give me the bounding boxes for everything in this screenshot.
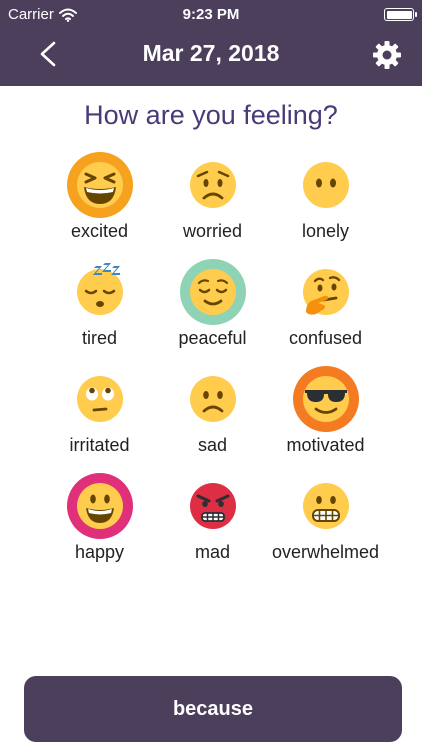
grimacing-face-icon bbox=[302, 483, 349, 529]
sad-face-icon bbox=[189, 376, 236, 422]
mood-highlight bbox=[293, 152, 359, 218]
mood-option-confused[interactable]: confused bbox=[269, 259, 382, 366]
mood-label: lonely bbox=[301, 221, 350, 241]
mood-option-tired[interactable]: tired bbox=[43, 259, 156, 366]
face-without-mouth-icon bbox=[302, 162, 349, 208]
mood-highlight bbox=[66, 473, 133, 539]
gear-icon bbox=[373, 41, 401, 69]
mood-label: sad bbox=[197, 435, 228, 455]
mood-option-sad[interactable]: sad bbox=[156, 366, 269, 473]
mood-label: excited bbox=[70, 221, 129, 241]
mood-highlight bbox=[180, 473, 246, 539]
thinking-face-icon bbox=[302, 269, 349, 315]
mood-highlight bbox=[180, 152, 246, 218]
mood-grid: excited worried lonely tired peaceful co… bbox=[43, 152, 383, 580]
mood-option-lonely[interactable]: lonely bbox=[269, 152, 382, 259]
mood-label: peaceful bbox=[178, 328, 247, 348]
sunglasses-face-icon bbox=[302, 376, 349, 422]
battery-icon bbox=[384, 8, 417, 21]
mood-label: irritated bbox=[69, 435, 130, 455]
grinning-squinting-face-icon bbox=[76, 162, 123, 208]
feeling-question: How are you feeling? bbox=[84, 100, 338, 130]
mood-option-excited[interactable]: excited bbox=[43, 152, 156, 259]
mood-option-motivated[interactable]: motivated bbox=[269, 366, 382, 473]
mood-highlight bbox=[66, 152, 133, 218]
mood-highlight bbox=[293, 473, 359, 539]
angry-face-icon bbox=[189, 483, 236, 529]
mood-label: happy bbox=[74, 542, 125, 562]
mood-highlight bbox=[67, 366, 133, 432]
battery-level bbox=[386, 10, 412, 19]
status-bar: Carrier 9:23 PM bbox=[0, 0, 422, 28]
mood-highlight bbox=[180, 366, 246, 432]
because-button[interactable]: because bbox=[24, 676, 402, 742]
status-time: 9:23 PM bbox=[182, 6, 240, 23]
mood-highlight bbox=[292, 366, 359, 432]
navigation-bar: Carrier 9:23 PM Mar 27, 2018 bbox=[0, 0, 422, 86]
sleeping-face-icon bbox=[76, 263, 123, 315]
mood-highlight bbox=[179, 259, 246, 325]
mood-option-overwhelmed[interactable]: overwhelmed bbox=[269, 473, 382, 580]
mood-highlight bbox=[293, 259, 359, 325]
mood-label: mad bbox=[194, 542, 230, 562]
settings-button[interactable] bbox=[370, 38, 404, 72]
mood-option-happy[interactable]: happy bbox=[43, 473, 156, 580]
mood-label: worried bbox=[182, 221, 243, 241]
mood-highlight bbox=[67, 259, 133, 325]
worried-face-icon bbox=[189, 162, 236, 208]
relieved-face-icon bbox=[189, 269, 236, 315]
mood-option-peaceful[interactable]: peaceful bbox=[156, 259, 269, 366]
page-title: Mar 27, 2018 bbox=[142, 40, 280, 66]
mood-option-irritated[interactable]: irritated bbox=[43, 366, 156, 473]
smiling-face-icon bbox=[76, 483, 123, 529]
mood-option-worried[interactable]: worried bbox=[156, 152, 269, 259]
mood-label: overwhelmed bbox=[271, 542, 380, 562]
eye-roll-face-icon bbox=[76, 376, 123, 422]
mood-option-mad[interactable]: mad bbox=[156, 473, 269, 580]
mood-label: motivated bbox=[286, 435, 365, 455]
mood-label: confused bbox=[288, 328, 363, 348]
mood-label: tired bbox=[81, 328, 117, 348]
